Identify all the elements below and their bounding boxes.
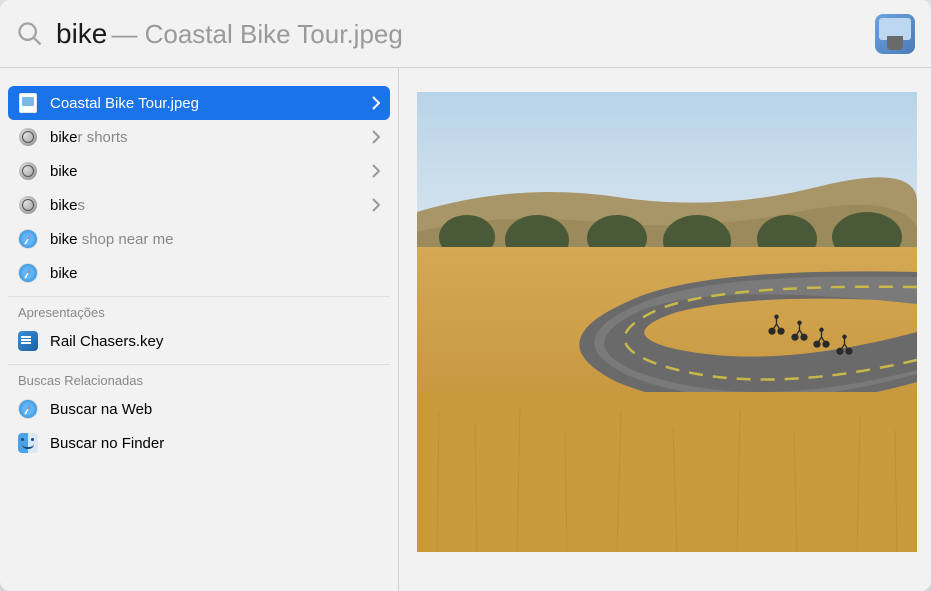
preview-app-icon: [875, 14, 915, 54]
spotlight-window: bike — Coastal Bike Tour.jpeg Coastal Bi…: [0, 0, 931, 591]
result-label: bikes: [50, 197, 372, 214]
result-search-web[interactable]: Buscar na Web: [8, 392, 390, 426]
result-label: Rail Chasers.key: [50, 333, 380, 350]
search-icon: [16, 20, 44, 48]
preview-pane: [398, 68, 931, 591]
safari-icon: [18, 263, 38, 283]
result-label: biker shorts: [50, 129, 372, 146]
section-header-apresentacoes: Apresentações: [8, 296, 390, 324]
keynote-file-icon: [18, 331, 38, 351]
chevron-right-icon: [372, 96, 380, 110]
search-lens-icon: [18, 195, 38, 215]
search-query-text: bike: [56, 18, 107, 50]
preview-image-coastal-bike-tour: [417, 92, 917, 552]
chevron-right-icon: [372, 164, 380, 178]
result-suggestion-bike[interactable]: bike: [8, 154, 390, 188]
result-suggestion-bikes[interactable]: bikes: [8, 188, 390, 222]
result-search-finder[interactable]: Buscar no Finder: [8, 426, 390, 460]
result-label: bike: [50, 163, 372, 180]
search-lens-icon: [18, 161, 38, 181]
result-label: bike shop near me: [50, 231, 380, 248]
search-input[interactable]: bike — Coastal Bike Tour.jpeg: [56, 18, 875, 50]
content-area: Coastal Bike Tour.jpeg biker shorts bike…: [0, 68, 931, 591]
search-suffix-text: — Coastal Bike Tour.jpeg: [111, 19, 402, 50]
result-web-bike[interactable]: bike: [8, 256, 390, 290]
safari-icon: [18, 399, 38, 419]
results-sidebar: Coastal Bike Tour.jpeg biker shorts bike…: [0, 68, 398, 591]
result-file-rail-chasers[interactable]: Rail Chasers.key: [8, 324, 390, 358]
chevron-right-icon: [372, 198, 380, 212]
result-label: Coastal Bike Tour.jpeg: [50, 95, 372, 112]
finder-icon: [18, 433, 38, 453]
result-label: Buscar na Web: [50, 401, 380, 418]
safari-icon: [18, 229, 38, 249]
search-lens-icon: [18, 127, 38, 147]
chevron-right-icon: [372, 130, 380, 144]
result-label: bike: [50, 265, 380, 282]
result-suggestion-biker-shorts[interactable]: biker shorts: [8, 120, 390, 154]
jpeg-file-icon: [18, 93, 38, 113]
result-web-bike-shop-near-me[interactable]: bike shop near me: [8, 222, 390, 256]
search-bar[interactable]: bike — Coastal Bike Tour.jpeg: [0, 0, 931, 68]
result-file-coastal-bike-tour[interactable]: Coastal Bike Tour.jpeg: [8, 86, 390, 120]
section-header-buscas-relacionadas: Buscas Relacionadas: [8, 364, 390, 392]
result-label: Buscar no Finder: [50, 435, 380, 452]
